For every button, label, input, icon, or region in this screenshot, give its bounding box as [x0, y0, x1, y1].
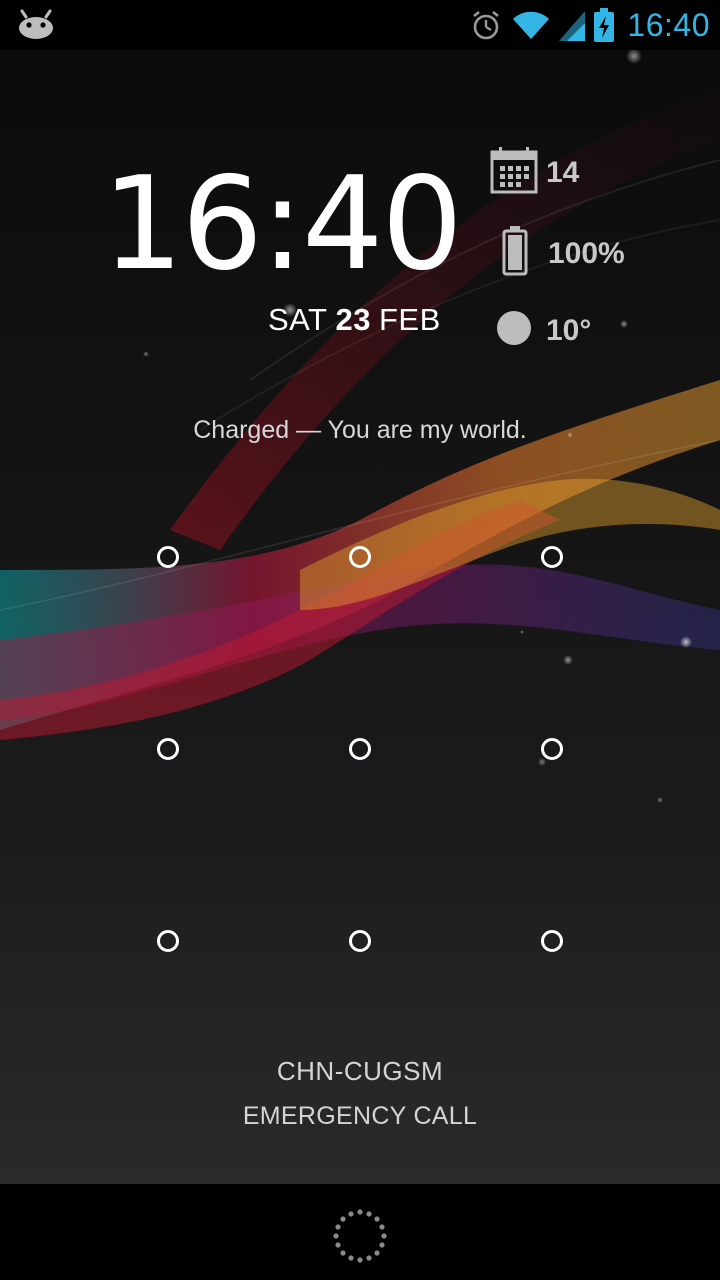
status-bar-time: 16:40	[627, 6, 710, 43]
pattern-dot[interactable]	[157, 930, 179, 952]
pattern-dot[interactable]	[541, 546, 563, 568]
pattern-dot[interactable]	[349, 546, 371, 568]
pattern-dot[interactable]	[349, 930, 371, 952]
emergency-call-button[interactable]: EMERGENCY CALL	[0, 1102, 720, 1131]
unlock-pattern[interactable]	[0, 50, 720, 1184]
pattern-dot[interactable]	[541, 738, 563, 760]
pattern-dot[interactable]	[157, 738, 179, 760]
carrier-label: CHN-CUGSM	[276, 1056, 444, 1086]
wifi-icon	[511, 9, 551, 41]
loading-spinner-icon	[332, 1208, 388, 1264]
battery-charging-icon	[593, 8, 615, 42]
pattern-dot[interactable]	[541, 930, 563, 952]
status-bar: 16:40	[0, 0, 720, 50]
pattern-dot[interactable]	[157, 546, 179, 568]
navigation-bar	[0, 1184, 720, 1280]
android-icon	[16, 8, 56, 40]
signal-icon	[559, 9, 586, 41]
alarm-icon	[469, 8, 503, 42]
pattern-dot[interactable]	[349, 738, 371, 760]
lockscreen: 16:40 SAT 23 FEB 14 100% 10° Charged — Y…	[0, 50, 720, 1184]
